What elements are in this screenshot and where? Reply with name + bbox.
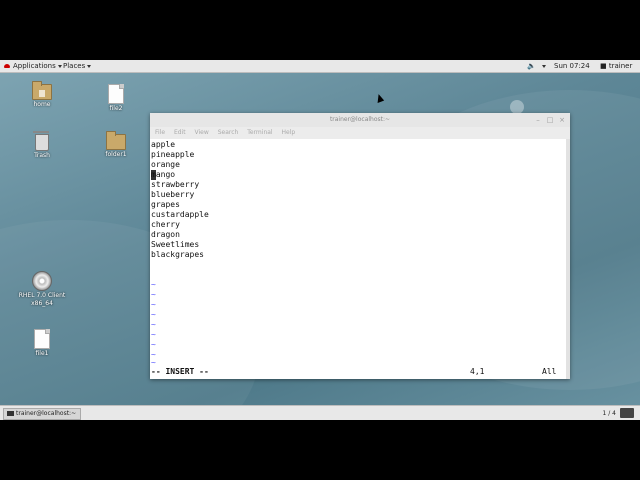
text-line: blackgrapes (151, 250, 204, 259)
bottom-panel: trainer@localhost:~ 1 / 4 (0, 405, 640, 420)
desktop-icon-label-line2: x86_64 (31, 300, 53, 307)
redhat-icon (4, 64, 10, 68)
clock[interactable]: Sun 07:24 (554, 61, 590, 72)
close-icon[interactable]: × (558, 116, 566, 124)
menu-help[interactable]: Help (282, 129, 296, 136)
window-title: trainer@localhost:~ (329, 116, 391, 123)
empty-line-tilde: ~ (151, 280, 156, 289)
workspace-label[interactable]: 1 / 4 (603, 409, 616, 418)
menu-edit[interactable]: Edit (174, 129, 186, 136)
text-line: mango (151, 170, 176, 179)
applications-menu[interactable]: Applications (4, 61, 62, 72)
empty-line-tilde: ~ (151, 300, 156, 309)
desktop-icon-home[interactable]: home (17, 81, 67, 108)
minimize-icon[interactable]: – (534, 116, 542, 124)
terminal-window[interactable]: trainer@localhost:~ – □ × File Edit View… (150, 113, 570, 379)
chevron-down-icon (542, 64, 546, 68)
chevron-down-icon (57, 64, 62, 68)
empty-line-tilde: ~ (151, 320, 156, 329)
places-label: Places (63, 62, 86, 70)
desktop-icon-label: file1 (35, 350, 49, 357)
empty-line-tilde: ~ (151, 310, 156, 319)
desktop-icon-label: file2 (109, 105, 123, 112)
text-line: strawberry (151, 180, 200, 189)
desktop-icon-label: RHEL 7.0 Client (18, 292, 66, 299)
text-line: apple (151, 140, 176, 149)
desktop-icon-label: Trash (34, 152, 50, 159)
taskbar-item-terminal[interactable]: trainer@localhost:~ (3, 408, 82, 420)
user-label: trainer (608, 62, 633, 70)
places-menu[interactable]: Places (63, 61, 92, 72)
folder-icon (106, 131, 126, 150)
taskbar-item-label: trainer@localhost:~ (16, 410, 77, 417)
volume-icon[interactable]: 🔈 (527, 61, 536, 72)
menu-file[interactable]: File (155, 129, 165, 136)
menu-terminal[interactable]: Terminal (247, 129, 272, 136)
text-line: cherry (151, 220, 180, 229)
desktop-icon-file2[interactable]: file2 (91, 84, 141, 112)
wallpaper-dot (510, 100, 524, 114)
home-folder-icon (32, 81, 52, 100)
desktop: Applications Places 🔈 Sun 07:24 ■ traine… (0, 60, 640, 420)
user-menu[interactable]: ■ trainer (600, 61, 632, 72)
terminal-text-area[interactable]: apple pineapple orange mango strawberry … (150, 139, 566, 379)
user-icon: ■ (600, 62, 607, 70)
text-line: blueberry (151, 190, 195, 199)
top-panel: Applications Places 🔈 Sun 07:24 ■ traine… (0, 60, 640, 73)
empty-line-tilde: ~ (151, 290, 156, 299)
desktop-icon-folder1[interactable]: folder1 (91, 131, 141, 158)
text-line: custardapple (151, 210, 209, 219)
empty-line-tilde: ~ (151, 340, 156, 349)
text-line: pineapple (151, 150, 195, 159)
file-icon (108, 84, 124, 104)
desktop-icon-rhel-disc[interactable]: RHEL 7.0 Client x86_64 (17, 271, 67, 307)
text-line: grapes (151, 200, 180, 209)
terminal-icon (7, 411, 14, 416)
desktop-icon-trash[interactable]: Trash (17, 131, 67, 159)
menu-search[interactable]: Search (218, 129, 239, 136)
file-icon (34, 329, 50, 349)
terminal-menubar: File Edit View Search Terminal Help (150, 127, 570, 139)
scroll-indicator: All (542, 367, 557, 376)
menu-view[interactable]: View (195, 129, 209, 136)
empty-line-tilde: ~ (151, 330, 156, 339)
power-menu-caret[interactable] (540, 61, 546, 72)
chevron-down-icon (87, 64, 92, 68)
scrollbar[interactable] (566, 139, 570, 379)
window-titlebar[interactable]: trainer@localhost:~ – □ × (150, 113, 570, 128)
trash-icon (33, 131, 49, 151)
text-line: dragon (151, 230, 180, 239)
maximize-icon[interactable]: □ (546, 116, 554, 124)
disc-icon (32, 271, 52, 291)
vim-status-line: -- INSERT -- 4,1 All (150, 367, 566, 377)
desktop-icon-label: folder1 (105, 151, 127, 158)
text-line: Sweetlimes (151, 240, 200, 249)
applications-label: Applications (13, 62, 56, 70)
cursor-position: 4,1 (470, 367, 485, 376)
desktop-icon-label: home (33, 101, 51, 108)
workspace-indicator-box[interactable] (620, 408, 634, 418)
text-line: orange (151, 160, 180, 169)
mouse-pointer-icon (374, 93, 385, 103)
desktop-icon-file1[interactable]: file1 (17, 329, 67, 357)
vim-mode: -- INSERT -- (151, 367, 209, 376)
